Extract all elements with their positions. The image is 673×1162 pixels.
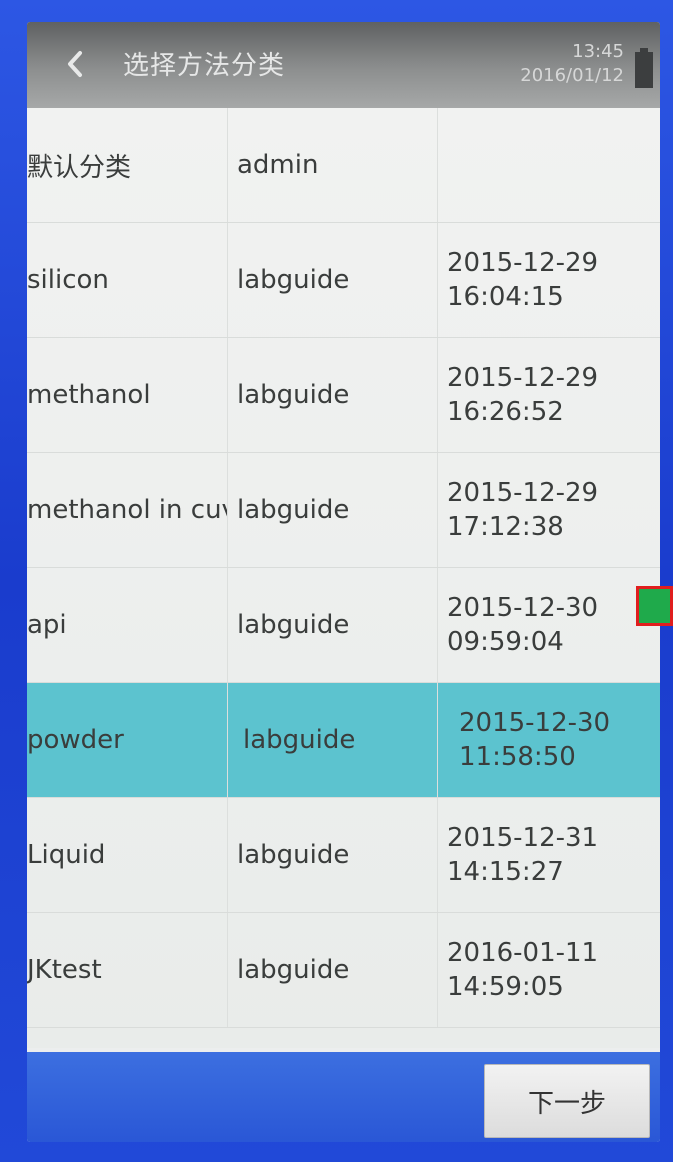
category-author: labguide — [237, 495, 350, 525]
category-author: labguide — [237, 840, 350, 870]
column-divider — [437, 913, 438, 1027]
category-date: 2016-01-11 — [447, 938, 599, 968]
table-row[interactable]: api labguide 2015-12-30 09:59:04 — [27, 568, 660, 683]
category-datetime: 2016-01-11 14:59:05 — [447, 913, 647, 1027]
category-datetime: 2015-12-30 11:58:50 — [459, 683, 659, 797]
category-author: labguide — [243, 725, 356, 755]
status-date: 2016/01/12 — [520, 65, 624, 86]
category-datetime — [447, 108, 647, 222]
column-divider — [437, 798, 438, 912]
category-name: JKtest — [27, 913, 228, 1027]
category-date: 2015-12-29 — [447, 248, 599, 278]
method-category-table: 默认分类 admin silicon labguide 2015-12-29 16:04:… — [27, 108, 660, 1048]
title-bar: 选择方法分类 13:45 2016/01/12 — [27, 22, 660, 108]
table-row[interactable]: 默认分类 admin — [27, 108, 660, 223]
table-row[interactable]: methanol labguide 2015-12-29 16:26:52 — [27, 338, 660, 453]
status-time: 13:45 — [572, 41, 624, 62]
category-datetime: 2015-12-29 17:12:38 — [447, 453, 647, 567]
page-title: 选择方法分类 — [123, 51, 286, 81]
category-datetime: 2015-12-29 16:04:15 — [447, 223, 647, 337]
scroll-marker[interactable] — [636, 586, 673, 626]
category-time: 11:58:50 — [459, 742, 576, 772]
status-clock: 13:45 2016/01/12 — [520, 40, 624, 88]
category-date: 2015-12-31 — [447, 823, 599, 853]
category-name: Liquid — [27, 798, 228, 912]
category-time: 14:15:27 — [447, 857, 564, 887]
category-datetime: 2015-12-29 16:26:52 — [447, 338, 647, 452]
category-datetime: 2015-12-30 09:59:04 — [447, 568, 647, 682]
category-name: 默认分类 — [27, 108, 228, 222]
category-time: 16:26:52 — [447, 397, 564, 427]
back-button[interactable] — [57, 46, 93, 86]
category-name: methanol — [27, 338, 228, 452]
category-author: labguide — [237, 610, 350, 640]
category-name: methanol in cuv — [27, 453, 228, 567]
category-time: 17:12:38 — [447, 512, 564, 542]
footer-bar: 下一步 — [27, 1052, 660, 1142]
category-name: silicon — [27, 223, 228, 337]
column-divider — [437, 108, 438, 222]
screen: 选择方法分类 13:45 2016/01/12 默认分类 admin silicon… — [27, 22, 660, 1142]
chevron-left-icon — [66, 50, 84, 82]
next-step-button[interactable]: 下一步 — [484, 1064, 650, 1138]
table-row[interactable]: silicon labguide 2015-12-29 16:04:15 — [27, 223, 660, 338]
table-row[interactable]: powder labguide 2015-12-30 11:58:50 — [27, 683, 660, 798]
category-name: api — [27, 568, 228, 682]
category-time: 14:59:05 — [447, 972, 564, 1002]
category-date: 2015-12-30 — [459, 708, 611, 738]
table-row[interactable]: methanol in cuv labguide 2015-12-29 17:12:3… — [27, 453, 660, 568]
column-divider — [437, 338, 438, 452]
category-author: admin — [237, 150, 319, 180]
category-date: 2015-12-29 — [447, 478, 599, 508]
category-date: 2015-12-29 — [447, 363, 599, 393]
column-divider — [437, 568, 438, 682]
category-date: 2015-12-30 — [447, 593, 599, 623]
table-row[interactable]: JKtest labguide 2016-01-11 14:59:05 — [27, 913, 660, 1028]
column-divider — [437, 453, 438, 567]
category-author: labguide — [237, 380, 350, 410]
category-time: 09:59:04 — [447, 627, 564, 657]
table-row[interactable]: Liquid labguide 2015-12-31 14:15:27 — [27, 798, 660, 913]
category-author: labguide — [237, 955, 350, 985]
column-divider — [437, 223, 438, 337]
category-datetime: 2015-12-31 14:15:27 — [447, 798, 647, 912]
category-name: powder — [27, 683, 228, 797]
category-time: 16:04:15 — [447, 282, 564, 312]
battery-icon — [634, 48, 654, 88]
category-author: labguide — [237, 265, 350, 295]
